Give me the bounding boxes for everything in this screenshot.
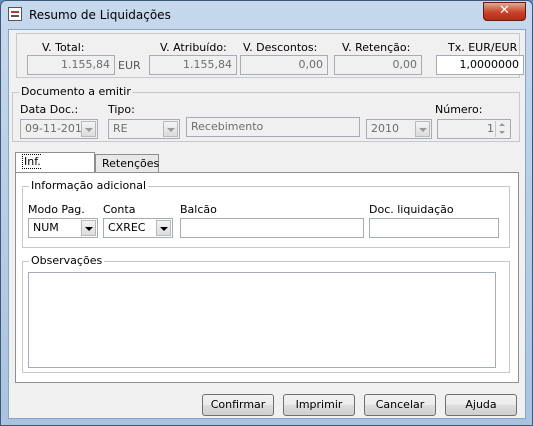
tab-retencoes-label: Retenções (102, 157, 160, 170)
conta-label: Conta (103, 203, 136, 216)
chevron-down-icon[interactable] (415, 121, 430, 137)
dialog-window: Resumo de Liquidações ✕ V. Total: 1.155,… (0, 0, 533, 426)
info-legend: Informação adicional (29, 179, 149, 192)
tipo-value: RE (113, 122, 128, 135)
modo-pag-combo[interactable]: NUM (28, 218, 98, 238)
doc-liquidacao-label: Doc. liquidação (369, 203, 454, 216)
modo-pag-label: Modo Pag. (28, 203, 85, 216)
title-bar[interactable]: Resumo de Liquidações ✕ (1, 1, 532, 29)
v-total-field: 1.155,84 (27, 55, 115, 75)
chevron-down-icon[interactable] (81, 220, 96, 236)
documento-group: Documento a emitir Data Doc.: 09-11-2010… (12, 85, 520, 142)
v-atribuido-field: 1.155,84 (149, 55, 237, 75)
chevron-down-icon[interactable] (81, 121, 96, 137)
ano-combo[interactable]: 2010 (366, 119, 432, 139)
balcao-label: Balcão (180, 203, 217, 216)
info-group: Informação adicional Modo Pag. NUM Conta… (22, 179, 510, 248)
tab-panel: Informação adicional Modo Pag. NUM Conta… (15, 172, 519, 383)
document-icon (8, 7, 22, 21)
tipo-description-field: Recebimento (186, 117, 360, 137)
v-retencao-field: 0,00 (334, 55, 422, 75)
observacoes-group: Observações (22, 254, 510, 373)
observacoes-textarea[interactable] (28, 272, 496, 368)
ajuda-button[interactable]: Ajuda (445, 394, 517, 416)
v-descontos-field: 0,00 (240, 55, 328, 75)
numero-spinner[interactable]: 1 (437, 119, 511, 139)
cancelar-button[interactable]: Cancelar (364, 394, 436, 416)
data-doc-field[interactable]: 09-11-2010 (20, 119, 98, 139)
tx-label: Tx. EUR/EUR (448, 41, 518, 54)
spinner-arrows-icon[interactable] (495, 121, 509, 137)
v-descontos-label: V. Descontos: (243, 41, 318, 54)
modo-pag-value: NUM (33, 221, 59, 234)
confirmar-button[interactable]: Confirmar (202, 394, 274, 416)
balcao-input[interactable] (180, 218, 364, 238)
dialog-body: V. Total: 1.155,84 EUR V. Atribuído: 1.1… (8, 29, 526, 419)
imprimir-button[interactable]: Imprimir (283, 394, 355, 416)
numero-value: 1 (487, 122, 494, 135)
tab-inf-adicional[interactable]: Inf. Adicional (15, 152, 95, 187)
window-title: Resumo de Liquidações (29, 8, 171, 22)
tx-field[interactable]: 1,0000000 (436, 55, 524, 75)
close-button[interactable]: ✕ (483, 2, 526, 21)
numero-label: Número: (435, 103, 483, 116)
currency-label: EUR (118, 59, 141, 72)
tab-retencoes[interactable]: Retenções (95, 154, 159, 173)
documento-legend: Documento a emitir (19, 85, 133, 98)
v-total-label: V. Total: (42, 41, 85, 54)
v-retencao-label: V. Retenção: (342, 41, 411, 54)
tipo-combo[interactable]: RE (108, 119, 180, 139)
tipo-label: Tipo: (108, 103, 135, 116)
data-doc-value: 09-11-2010 (25, 122, 89, 135)
doc-liquidacao-input[interactable] (369, 218, 499, 238)
chevron-down-icon[interactable] (163, 121, 178, 137)
observacoes-legend: Observações (29, 254, 105, 267)
totals-group: V. Total: 1.155,84 EUR V. Atribuído: 1.1… (16, 33, 524, 78)
conta-combo[interactable]: CXREC (103, 218, 173, 238)
conta-value: CXREC (108, 221, 146, 234)
ano-value: 2010 (371, 122, 399, 135)
chevron-down-icon[interactable] (156, 220, 171, 236)
data-doc-label: Data Doc.: (20, 103, 79, 116)
v-atribuido-label: V. Atribuído: (160, 41, 227, 54)
close-icon: ✕ (499, 3, 510, 18)
